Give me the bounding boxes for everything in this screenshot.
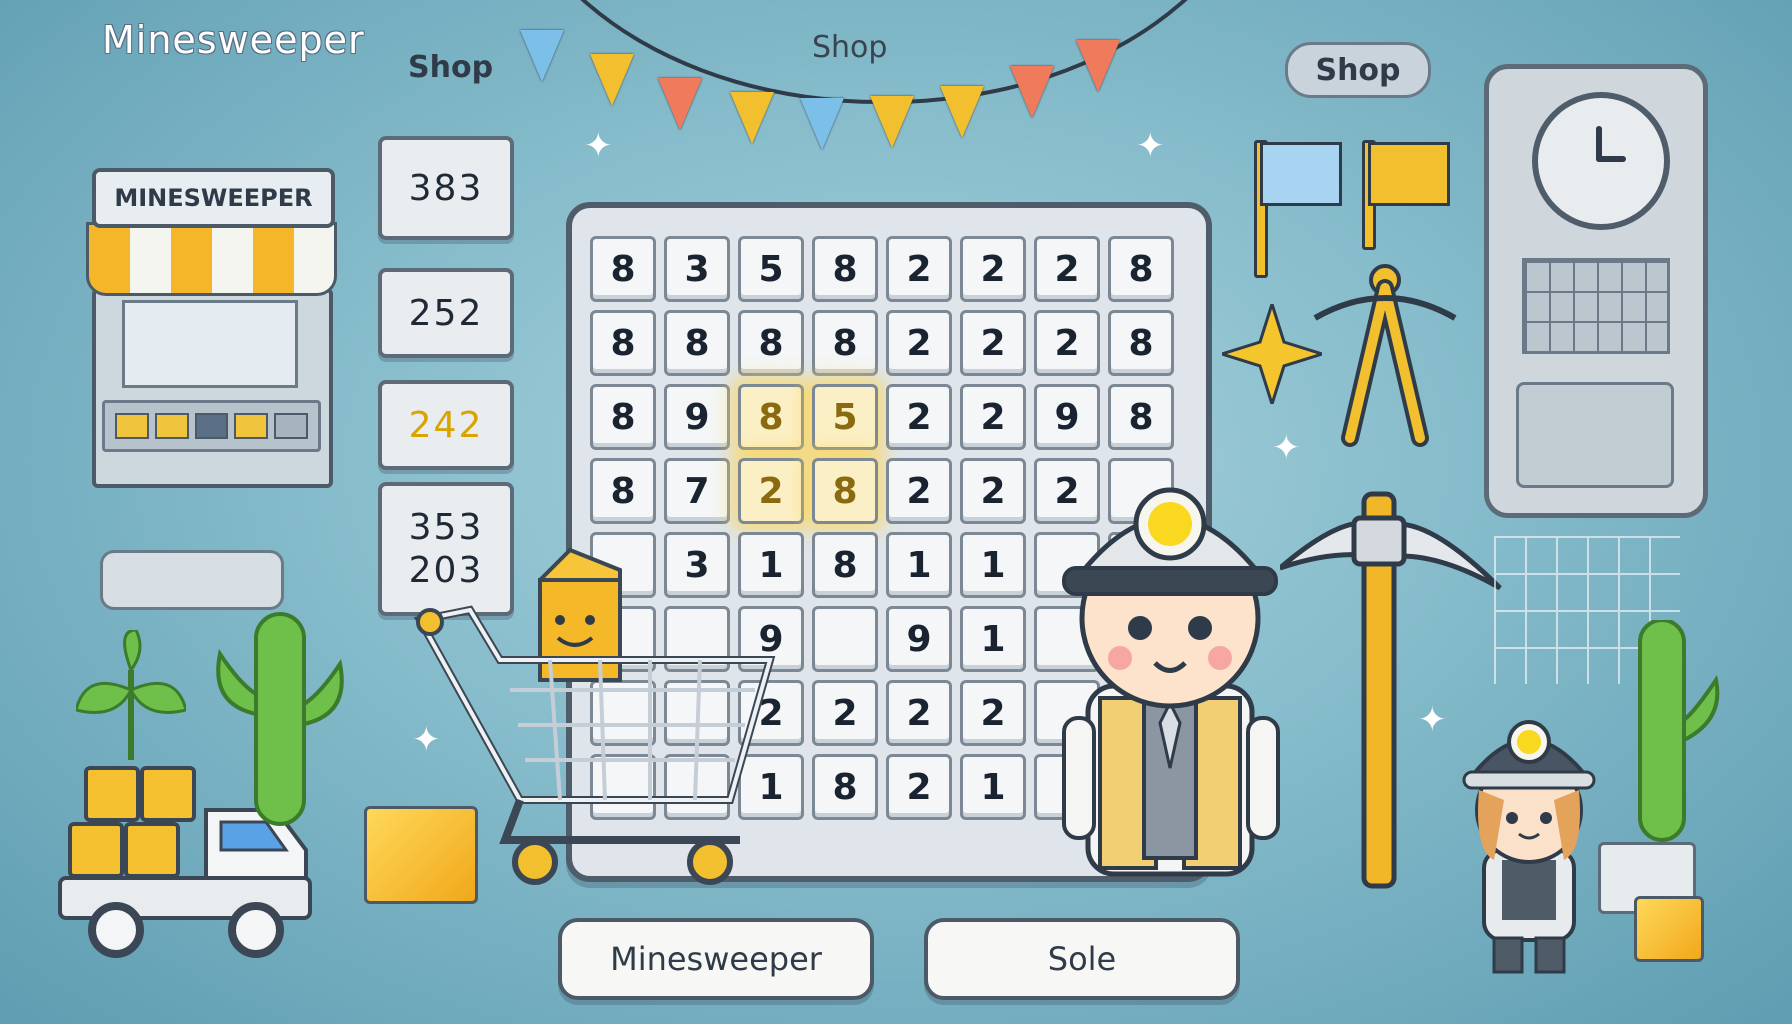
compass-tool-icon xyxy=(1313,264,1457,447)
grid-cell[interactable]: 2 xyxy=(1034,236,1100,302)
bunting-flag xyxy=(590,54,634,106)
shop-label-left[interactable]: Shop xyxy=(408,50,493,85)
grid-cell[interactable]: 2 xyxy=(886,680,952,746)
bunting-flag xyxy=(658,78,702,130)
grid-cell[interactable]: 3 xyxy=(664,236,730,302)
grid-cell[interactable]: 2 xyxy=(960,458,1026,524)
sparkle-icon: ✦ xyxy=(1418,700,1447,740)
blue-flag-icon xyxy=(1260,142,1342,206)
gold-block-icon xyxy=(364,806,478,904)
grid-cell[interactable]: 8 xyxy=(812,532,878,598)
grid-cell[interactable]: 8 xyxy=(1108,310,1174,376)
grid-cell[interactable]: 8 xyxy=(664,310,730,376)
grid-cell[interactable]: 2 xyxy=(886,310,952,376)
grid-cell[interactable]: 5 xyxy=(738,236,804,302)
sparkle-icon: ✦ xyxy=(1272,428,1301,468)
grid-cell[interactable]: 8 xyxy=(1108,236,1174,302)
grid-cell[interactable]: 8 xyxy=(590,458,656,524)
counter-panel-1: 383 xyxy=(378,136,514,240)
yellow-flag-icon xyxy=(1368,142,1450,206)
grid-cell[interactable]: 8 xyxy=(590,310,656,376)
grid-cell[interactable]: 2 xyxy=(960,680,1026,746)
plant-icon xyxy=(76,630,186,760)
shop-button[interactable]: Shop xyxy=(1285,42,1431,98)
sparkle-icon: ✦ xyxy=(1136,126,1165,166)
counter-panel-2: 252 xyxy=(378,268,514,358)
grid-cell[interactable]: 2 xyxy=(960,236,1026,302)
grid-cell[interactable]: 2 xyxy=(886,458,952,524)
grid-cell[interactable]: 2 xyxy=(886,384,952,450)
bunting-flag xyxy=(730,92,774,144)
sparkle-icon: ✦ xyxy=(584,126,613,166)
grid-cell[interactable]: 8 xyxy=(590,236,656,302)
grid-cell[interactable]: 8 xyxy=(812,754,878,820)
minesweeper-button[interactable]: Minesweeper xyxy=(558,918,874,1000)
gold-block-icon xyxy=(1634,896,1704,962)
stall-awning xyxy=(86,222,337,296)
grid-cell[interactable]: 8 xyxy=(812,310,878,376)
grid-cell[interactable]: 8 xyxy=(738,310,804,376)
bunting-flag xyxy=(1076,40,1120,92)
grid-cell[interactable]: 8 xyxy=(738,384,804,450)
grid-cell[interactable]: 2 xyxy=(886,236,952,302)
grid-cell[interactable] xyxy=(812,606,878,672)
grid-cell[interactable]: 5 xyxy=(812,384,878,450)
bunting-flag xyxy=(800,98,844,150)
grid-cell[interactable]: 2 xyxy=(960,384,1026,450)
grid-cell[interactable]: 2 xyxy=(886,754,952,820)
cactus-icon xyxy=(1638,620,1720,842)
grid-cell[interactable]: 8 xyxy=(590,384,656,450)
grid-cell[interactable]: 9 xyxy=(886,606,952,672)
grid-cell[interactable]: 1 xyxy=(960,532,1026,598)
clock-icon xyxy=(1532,92,1670,230)
grid-cell[interactable]: 8 xyxy=(812,236,878,302)
small-miner-icon xyxy=(1462,720,1596,974)
star-icon xyxy=(1222,304,1322,404)
sole-button[interactable]: Sole xyxy=(924,918,1240,1000)
grid-cell[interactable]: 2 xyxy=(812,680,878,746)
stall-sign: MINESWEEPER xyxy=(92,168,335,228)
grid-cell[interactable]: 8 xyxy=(812,458,878,524)
grid-cell[interactable]: 8 xyxy=(1108,384,1174,450)
bunting-flag xyxy=(940,86,984,138)
grid-cell[interactable]: 9 xyxy=(1034,384,1100,450)
empty-progress-bar xyxy=(100,550,284,610)
grid-cell[interactable]: 9 xyxy=(664,384,730,450)
device-screen xyxy=(1516,382,1674,488)
app-title: Minesweeper xyxy=(102,18,365,62)
counter-panel-3: 242 xyxy=(378,380,514,470)
grid-cell[interactable]: 7 xyxy=(664,458,730,524)
sparkle-icon: ✦ xyxy=(412,720,441,760)
grid-cell[interactable]: 2 xyxy=(1034,310,1100,376)
bunting-flag xyxy=(1010,66,1054,118)
bunting-flag xyxy=(870,96,914,148)
miner-character-icon xyxy=(1062,487,1280,877)
device-keypad xyxy=(1522,258,1670,354)
stall-window xyxy=(122,300,298,388)
cactus-icon xyxy=(216,612,344,826)
grid-cell[interactable]: 1 xyxy=(886,532,952,598)
stall-shelf xyxy=(102,400,321,452)
grid-cell[interactable]: 1 xyxy=(960,606,1026,672)
grid-cell[interactable]: 2 xyxy=(738,458,804,524)
grid-cell[interactable]: 2 xyxy=(960,310,1026,376)
grid-cell[interactable]: 1 xyxy=(960,754,1026,820)
bunting-flag xyxy=(520,30,564,82)
